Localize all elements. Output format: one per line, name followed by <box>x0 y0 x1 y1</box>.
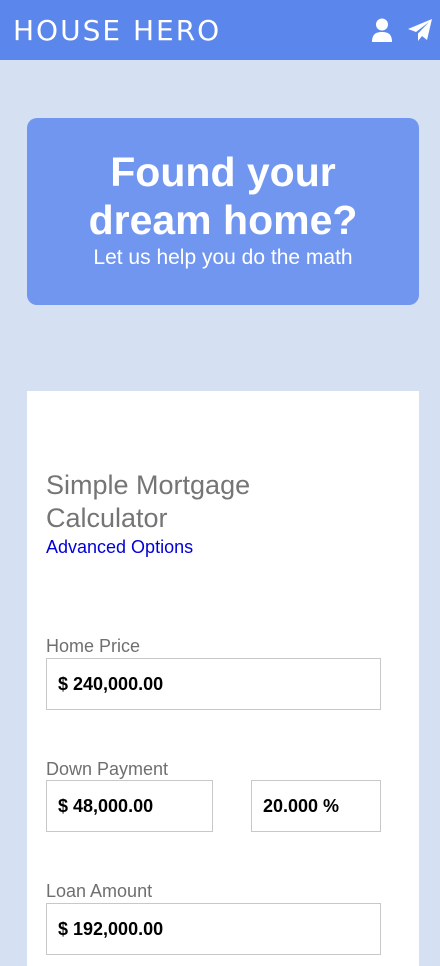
down-payment-percent-input[interactable]: 20.000 % <box>251 780 381 832</box>
advanced-options-link[interactable]: Advanced Options <box>46 537 193 558</box>
hero-title-line1: Found your <box>110 149 336 195</box>
loan-amount-label: Loan Amount <box>46 881 153 901</box>
calculator-title: Simple Mortgage Calculator <box>46 469 386 535</box>
home-price-label: Home Price <box>46 636 141 656</box>
calculator-card: Simple Mortgage Calculator Advanced Opti… <box>27 391 419 966</box>
hero-banner: Found your dream home? Let us help you d… <box>27 118 419 305</box>
brand-title: HOUSE HERO <box>13 13 222 47</box>
down-payment-amount-input[interactable]: $ 48,000.00 <box>46 780 213 832</box>
home-price-input[interactable]: $ 240,000.00 <box>46 658 381 710</box>
calculator-title-line1: Simple Mortgage <box>46 470 251 500</box>
hero-title-line2: dream home? <box>88 197 358 243</box>
header-actions <box>368 16 434 44</box>
top-app-bar: HOUSE HERO <box>0 0 440 60</box>
calculator-title-line2: Calculator <box>46 503 168 533</box>
hero-title: Found your dream home? <box>27 148 419 244</box>
loan-amount-input[interactable]: $ 192,000.00 <box>46 903 381 955</box>
down-payment-label: Down Payment <box>46 759 169 779</box>
paper-plane-icon[interactable] <box>406 16 434 44</box>
user-icon[interactable] <box>368 16 396 44</box>
hero-subtitle: Let us help you do the math <box>93 246 353 269</box>
